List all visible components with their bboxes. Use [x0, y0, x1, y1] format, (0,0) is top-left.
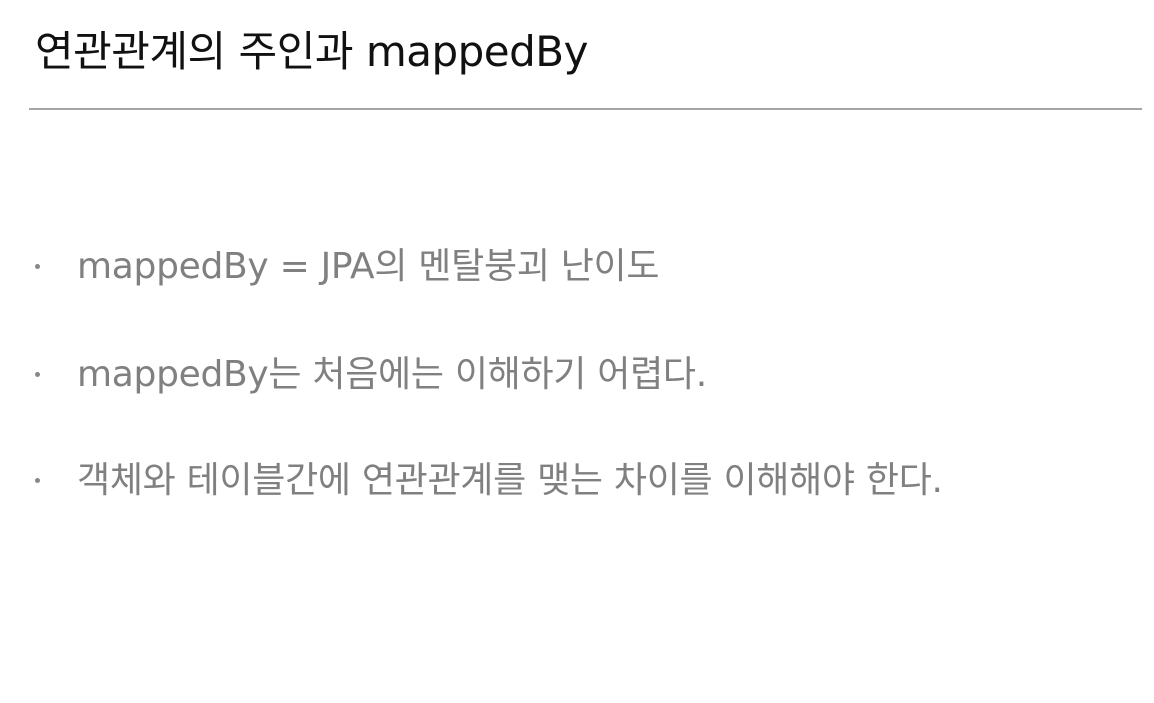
bullet-dot-icon	[35, 478, 40, 483]
bullet-item: mappedBy = JPA의 멘탈붕괴 난이도	[30, 242, 1130, 292]
bullet-text: 객체와 테이블간에 연관관계를 맺는 차이를 이해해야 한다.	[77, 460, 943, 501]
bullet-dot-icon	[35, 264, 40, 269]
bullet-dot-icon	[35, 372, 40, 377]
slide-title: 연관관계의 주인과 mappedBy	[35, 27, 588, 76]
bullet-text: mappedBy = JPA의 멘탈붕괴 난이도	[77, 246, 660, 287]
bullet-item: mappedBy는 처음에는 이해하기 어렵다.	[30, 350, 1130, 400]
title-divider	[29, 108, 1142, 110]
bullet-text: mappedBy는 처음에는 이해하기 어렵다.	[77, 354, 707, 395]
bullet-item: 객체와 테이블간에 연관관계를 맺는 차이를 이해해야 한다.	[30, 456, 1130, 506]
slide: 연관관계의 주인과 mappedBy mappedBy = JPA의 멘탈붕괴 …	[0, 0, 1154, 703]
